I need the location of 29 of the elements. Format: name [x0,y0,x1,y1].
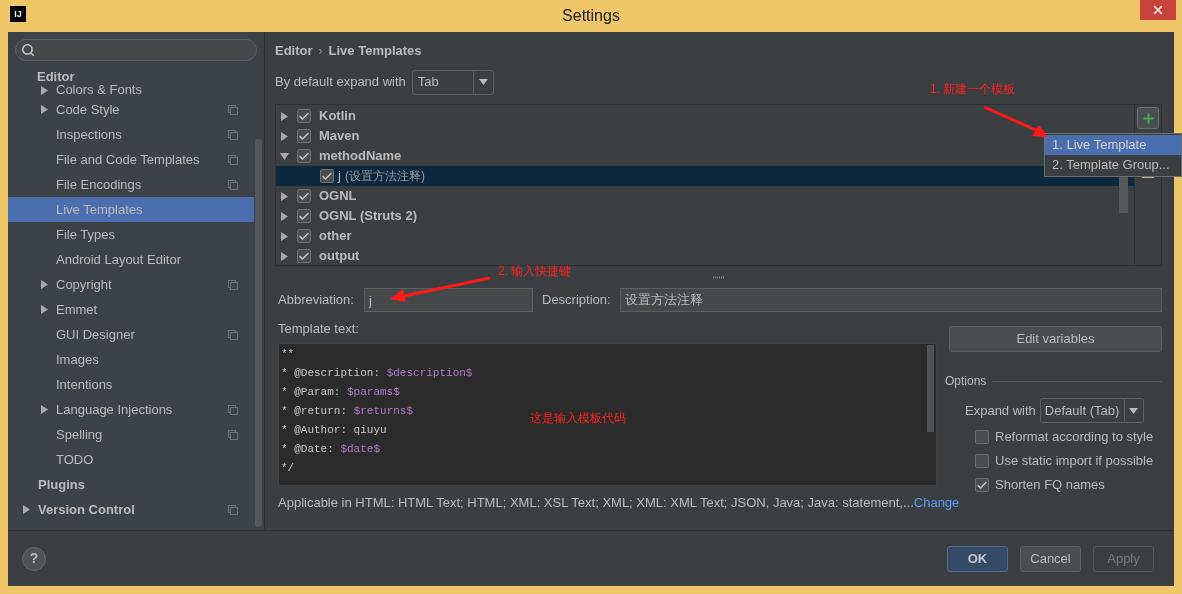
group-name: OGNL (Struts 2) [319,207,417,226]
field-label: Abbreviation: [278,291,355,310]
applicable-contexts: Applicable in HTML: HTML Text; HTML; XML: XSL Text; XML; XML: XML Text; JSON, Java; Java: statement,... [278,494,914,513]
code-line: * @Description: $description$ [281,366,473,381]
app-icon: IJ [10,6,26,22]
template-description: (设置方法注释) [344,168,425,185]
code-line: */ [281,461,295,476]
field-label: Expand with [965,401,1036,420]
annotation-text: 这是输入模板代码 [530,410,626,427]
annotation-text: 2. 输入快捷键 [498,263,572,280]
code-line: * @Author: qiuyu [281,423,387,438]
breadcrumb-separator: › [318,43,323,60]
group-name: methodName [319,147,402,166]
code-line: ** [281,347,295,362]
field-label: By default expand with [275,73,406,92]
template-abbreviation: j [338,167,341,186]
code-line: * @Param: $params$ [281,385,400,400]
field-label: Description: [542,291,612,310]
group-name: Maven [319,127,360,146]
group-title: Options [945,373,987,390]
field-label: Template text: [278,321,360,336]
group-name: OGNL [319,187,357,206]
code-line: * @return: $returns$ [281,404,414,419]
window-title: Settings [562,6,620,26]
group-name: output [319,247,360,265]
annotation-text: 1. 新建一个模板 [930,81,1016,98]
group-name: Kotlin [319,107,356,126]
group-name: other [319,227,352,246]
code-line: * @Date: $date$ [281,442,381,457]
